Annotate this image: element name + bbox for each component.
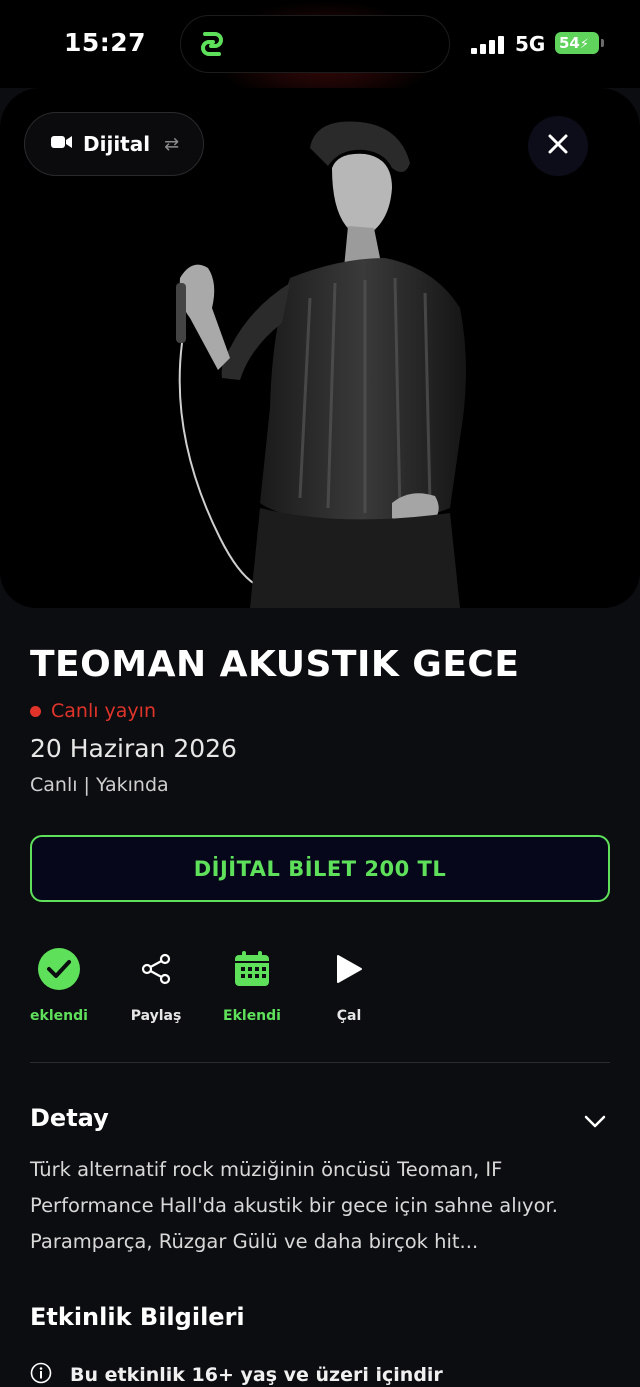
- video-camera-icon: [51, 134, 73, 154]
- performer-photo: [176, 121, 466, 608]
- battery-level: 54: [559, 34, 580, 52]
- network-type: 5G: [515, 32, 546, 56]
- mode-toggle-button[interactable]: Dijital ⇄: [24, 112, 204, 176]
- share-icon: [132, 944, 180, 994]
- live-indicator: Canlı yayın: [30, 700, 156, 722]
- close-icon: [547, 133, 569, 159]
- event-hero-image: Dijital ⇄: [0, 88, 640, 608]
- event-info-heading: Etkinlik Bilgileri: [30, 1303, 245, 1331]
- event-date: 20 Haziran 2026: [30, 734, 237, 763]
- info-icon: [30, 1362, 52, 1387]
- play-button[interactable]: Çal: [301, 944, 397, 1024]
- age-notice-text: Bu etkinlik 16+ yaş ve üzeri içindir: [70, 1364, 443, 1386]
- check-circle-icon: [35, 944, 83, 994]
- added-button[interactable]: eklendi: [11, 944, 107, 1024]
- action-label: Eklendi: [223, 1008, 281, 1024]
- age-notice: Bu etkinlik 16+ yaş ve üzeri içindir: [30, 1362, 443, 1387]
- detail-heading: Detay: [30, 1104, 109, 1132]
- detail-description: Türk alternatif rock müziğinin öncüsü Te…: [30, 1158, 558, 1253]
- action-label: eklendi: [30, 1008, 88, 1024]
- play-icon: [325, 944, 373, 994]
- close-button[interactable]: [528, 116, 588, 176]
- cellular-signal-icon: [471, 36, 505, 54]
- action-row: eklendi Paylaş Eklendi Çal: [0, 944, 400, 1034]
- calendar-icon: [228, 944, 276, 994]
- event-status: Canlı | Yakında: [30, 774, 169, 796]
- link-app-icon: [195, 28, 231, 64]
- battery-icon: 54⚡: [555, 32, 599, 54]
- event-detail-screen: 15:27 5G 54⚡ Dijital ⇄ TEOMAN AKUSTIK GE…: [0, 0, 640, 1387]
- dynamic-island: [180, 15, 450, 73]
- action-label: Çal: [336, 1008, 362, 1024]
- live-dot-icon: [30, 705, 41, 717]
- buy-ticket-button[interactable]: DİJİTAL BİLET 200 TL: [30, 835, 610, 902]
- chevron-down-icon[interactable]: [584, 1114, 606, 1133]
- calendar-button[interactable]: Eklendi: [204, 944, 300, 1024]
- divider: [30, 1062, 610, 1063]
- status-bar: 15:27 5G 54⚡: [0, 0, 640, 90]
- mode-label: Dijital: [83, 132, 151, 156]
- action-label: Paylaş: [130, 1008, 182, 1024]
- event-title: TEOMAN AKUSTIK GECE: [30, 644, 520, 685]
- share-button[interactable]: Paylaş: [108, 944, 204, 1024]
- status-time: 15:27: [64, 28, 147, 57]
- swap-arrows-icon: ⇄: [164, 133, 180, 155]
- live-label: Canlı yayın: [51, 700, 157, 722]
